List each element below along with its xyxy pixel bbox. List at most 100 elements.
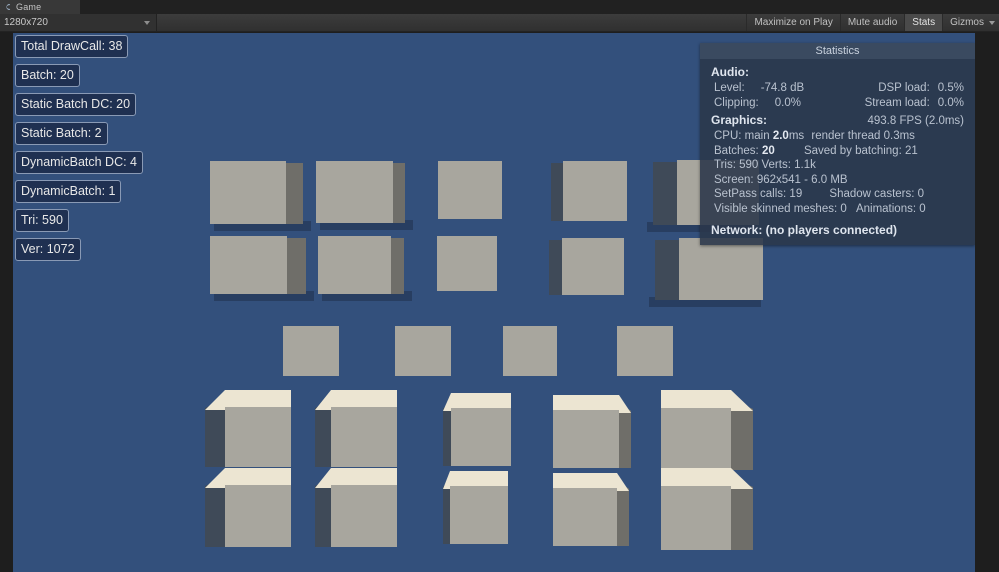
debug-label: Ver: 1072 xyxy=(15,238,81,261)
debug-label-row: Static Batch: 2 xyxy=(15,122,215,151)
cube-front-face xyxy=(562,238,624,295)
graphics-batches-label: Batches: xyxy=(714,144,759,157)
debug-label: Static Batch: 2 xyxy=(15,122,108,145)
statistics-title: Statistics xyxy=(700,43,975,59)
scene-cube xyxy=(649,238,763,307)
graphics-cpu-prefix: CPU: main xyxy=(714,130,770,142)
cube-front-face xyxy=(661,408,731,470)
graphics-heading: Graphics: xyxy=(711,113,768,127)
cube-front-face xyxy=(331,407,397,467)
stats-button[interactable]: Stats xyxy=(904,14,943,31)
scene-cube xyxy=(283,326,339,376)
audio-clipping-label: Clipping: xyxy=(714,96,759,109)
debug-label-row: Total DrawCall: 38 xyxy=(15,35,215,64)
cube-front-face xyxy=(679,238,763,300)
debug-label: Batch: 20 xyxy=(15,64,80,87)
resolution-dropdown[interactable]: 1280x720 xyxy=(0,14,157,31)
graphics-cpu-render: render thread 0.3ms xyxy=(811,130,915,142)
cube-side-face xyxy=(391,238,404,294)
audio-clipping-value: 0.0% xyxy=(774,96,801,109)
toolbar-right-group: Maximize on Play Mute audio Stats Gizmos xyxy=(746,14,999,31)
debug-overlay: Total DrawCall: 38 Batch: 20 Static Batch … xyxy=(15,35,215,267)
scene-cube xyxy=(549,238,624,295)
tab-game-label: Game xyxy=(16,2,42,12)
cube-front-face xyxy=(563,161,627,221)
audio-heading: Audio: xyxy=(711,65,749,79)
mute-audio-button[interactable]: Mute audio xyxy=(839,14,904,31)
unity-editor-window: Game 1280x720 Maximize on Play Mute audi… xyxy=(0,0,999,572)
cube-side-face xyxy=(393,163,405,223)
tab-strip: Game xyxy=(0,0,999,14)
game-viewport[interactable]: Total DrawCall: 38 Batch: 20 Static Batch … xyxy=(13,33,975,572)
scene-cube xyxy=(551,161,627,221)
graphics-batches-row: Batches: 20 Saved by batching: 21 xyxy=(711,144,964,159)
cube-front-face xyxy=(316,161,393,223)
graphics-heading-row: Graphics: 493.8 FPS (2.0ms) xyxy=(711,113,964,127)
debug-label: DynamicBatch: 1 xyxy=(15,180,122,203)
audio-level-row: Level: -74.8 dB DSP load: 0.5% xyxy=(711,81,964,96)
scene-cube xyxy=(443,471,508,544)
cube-front-face xyxy=(503,326,557,376)
audio-dsp-value: 0.5% xyxy=(937,82,964,94)
cube-front-face xyxy=(318,236,391,294)
chevron-down-icon xyxy=(144,20,150,25)
graphics-setpass-label: SetPass calls: 19 xyxy=(714,188,803,200)
graphics-cpu-main-unit: ms xyxy=(788,130,805,142)
debug-label: Total DrawCall: 38 xyxy=(15,35,129,58)
cube-front-face xyxy=(553,410,619,468)
cube-front-face xyxy=(210,236,287,294)
scene-cube xyxy=(503,326,557,376)
debug-label-row: Ver: 1072 xyxy=(15,238,215,267)
cube-front-face xyxy=(451,408,511,466)
gizmos-button[interactable]: Gizmos xyxy=(942,14,999,31)
graphics-fps: 493.8 FPS (2.0ms) xyxy=(867,115,964,127)
scene-cube xyxy=(395,326,451,376)
cube-front-face xyxy=(225,407,291,467)
cube-front-face xyxy=(210,161,286,224)
cube-side-face xyxy=(655,240,679,300)
graphics-cpu-main: 2.0 xyxy=(772,130,789,142)
debug-label-row: Static Batch DC: 20 xyxy=(15,93,215,122)
cube-side-face xyxy=(551,163,563,221)
gamepad-icon xyxy=(4,3,12,11)
scene-cube xyxy=(315,390,397,467)
cube-front-face xyxy=(661,486,731,550)
cube-front-face xyxy=(438,161,502,219)
cube-side-face xyxy=(286,163,303,224)
graphics-skinned-row: Visible skinned meshes: 0 Animations: 0 xyxy=(711,202,964,217)
scene-cube xyxy=(210,161,311,231)
scene-cube xyxy=(205,390,291,467)
cube-front-face xyxy=(553,488,617,546)
cube-side-face xyxy=(549,240,562,295)
cube-front-face xyxy=(617,326,673,376)
debug-label-row: DynamicBatch: 1 xyxy=(15,180,215,209)
cube-side-face xyxy=(653,162,677,225)
cube-front-face xyxy=(437,236,497,291)
graphics-screen-row: Screen: 962x541 - 6.0 MB xyxy=(714,173,848,186)
audio-level-label: Level: xyxy=(714,82,745,94)
graphics-tris-row: Tris: 590 Verts: 1.1k xyxy=(714,159,816,171)
graphics-batches-value: 20 xyxy=(761,144,775,157)
debug-label: Tri: 590 xyxy=(15,209,69,232)
resolution-value: 1280x720 xyxy=(4,17,48,28)
maximize-on-play-button[interactable]: Maximize on Play xyxy=(746,14,839,31)
cube-front-face xyxy=(283,326,339,376)
tab-game[interactable]: Game xyxy=(0,0,80,14)
scene-cube xyxy=(437,236,497,291)
cube-front-face xyxy=(450,486,508,544)
scene-cube xyxy=(316,161,413,230)
graphics-saved-label: Saved by batching: xyxy=(803,144,902,157)
game-view-toolbar: 1280x720 Maximize on Play Mute audio Sta… xyxy=(0,14,999,32)
network-heading: Network: (no players connected) xyxy=(711,223,898,237)
cube-front-face xyxy=(395,326,451,376)
debug-label-row: DynamicBatch DC: 4 xyxy=(15,151,215,180)
scene-cube xyxy=(443,393,511,466)
statistics-body: Audio: Level: -74.8 dB DSP load: 0.5% Cl… xyxy=(700,59,975,245)
scene-cube xyxy=(210,236,314,301)
audio-stream-value: 0.0% xyxy=(937,96,964,109)
scene-cube xyxy=(661,390,753,470)
cube-front-face xyxy=(225,485,291,547)
scene-cube xyxy=(553,395,631,468)
debug-label: Static Batch DC: 20 xyxy=(15,93,137,116)
chevron-down-icon xyxy=(989,20,995,25)
